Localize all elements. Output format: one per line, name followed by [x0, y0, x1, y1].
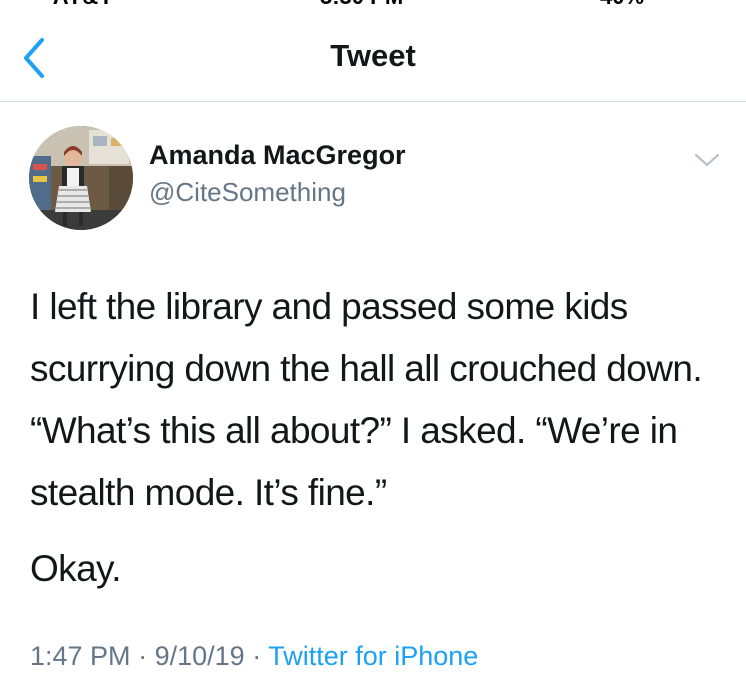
tweet-detail-screen: ▪▪▪ AT&T 3:30 PM 40% Tweet	[0, 0, 746, 697]
tweet-paragraph: Okay.	[30, 548, 122, 589]
tweet-options-button[interactable]	[692, 150, 722, 170]
tweet-time: 1:47 PM	[30, 641, 131, 671]
navigation-bar: Tweet	[0, 0, 746, 102]
tweet-source-link[interactable]: Twitter for iPhone	[268, 641, 478, 671]
meta-separator: ·	[138, 641, 148, 671]
tweet-date: 9/10/19	[154, 641, 245, 671]
avatar-image	[29, 126, 133, 230]
page-title: Tweet	[330, 38, 416, 73]
tweet-text: I left the library and passed some kids …	[30, 276, 730, 600]
tweet-metadata: 1:47 PM · 9/10/19 · Twitter for iPhone	[30, 641, 478, 672]
meta-separator: ·	[252, 641, 262, 671]
author-handle[interactable]: @CiteSomething	[149, 177, 346, 208]
author-name[interactable]: Amanda MacGregor	[149, 140, 406, 171]
avatar[interactable]	[29, 126, 133, 230]
chevron-down-icon	[694, 153, 720, 167]
tweet-paragraph: I left the library and passed some kids …	[30, 286, 703, 513]
